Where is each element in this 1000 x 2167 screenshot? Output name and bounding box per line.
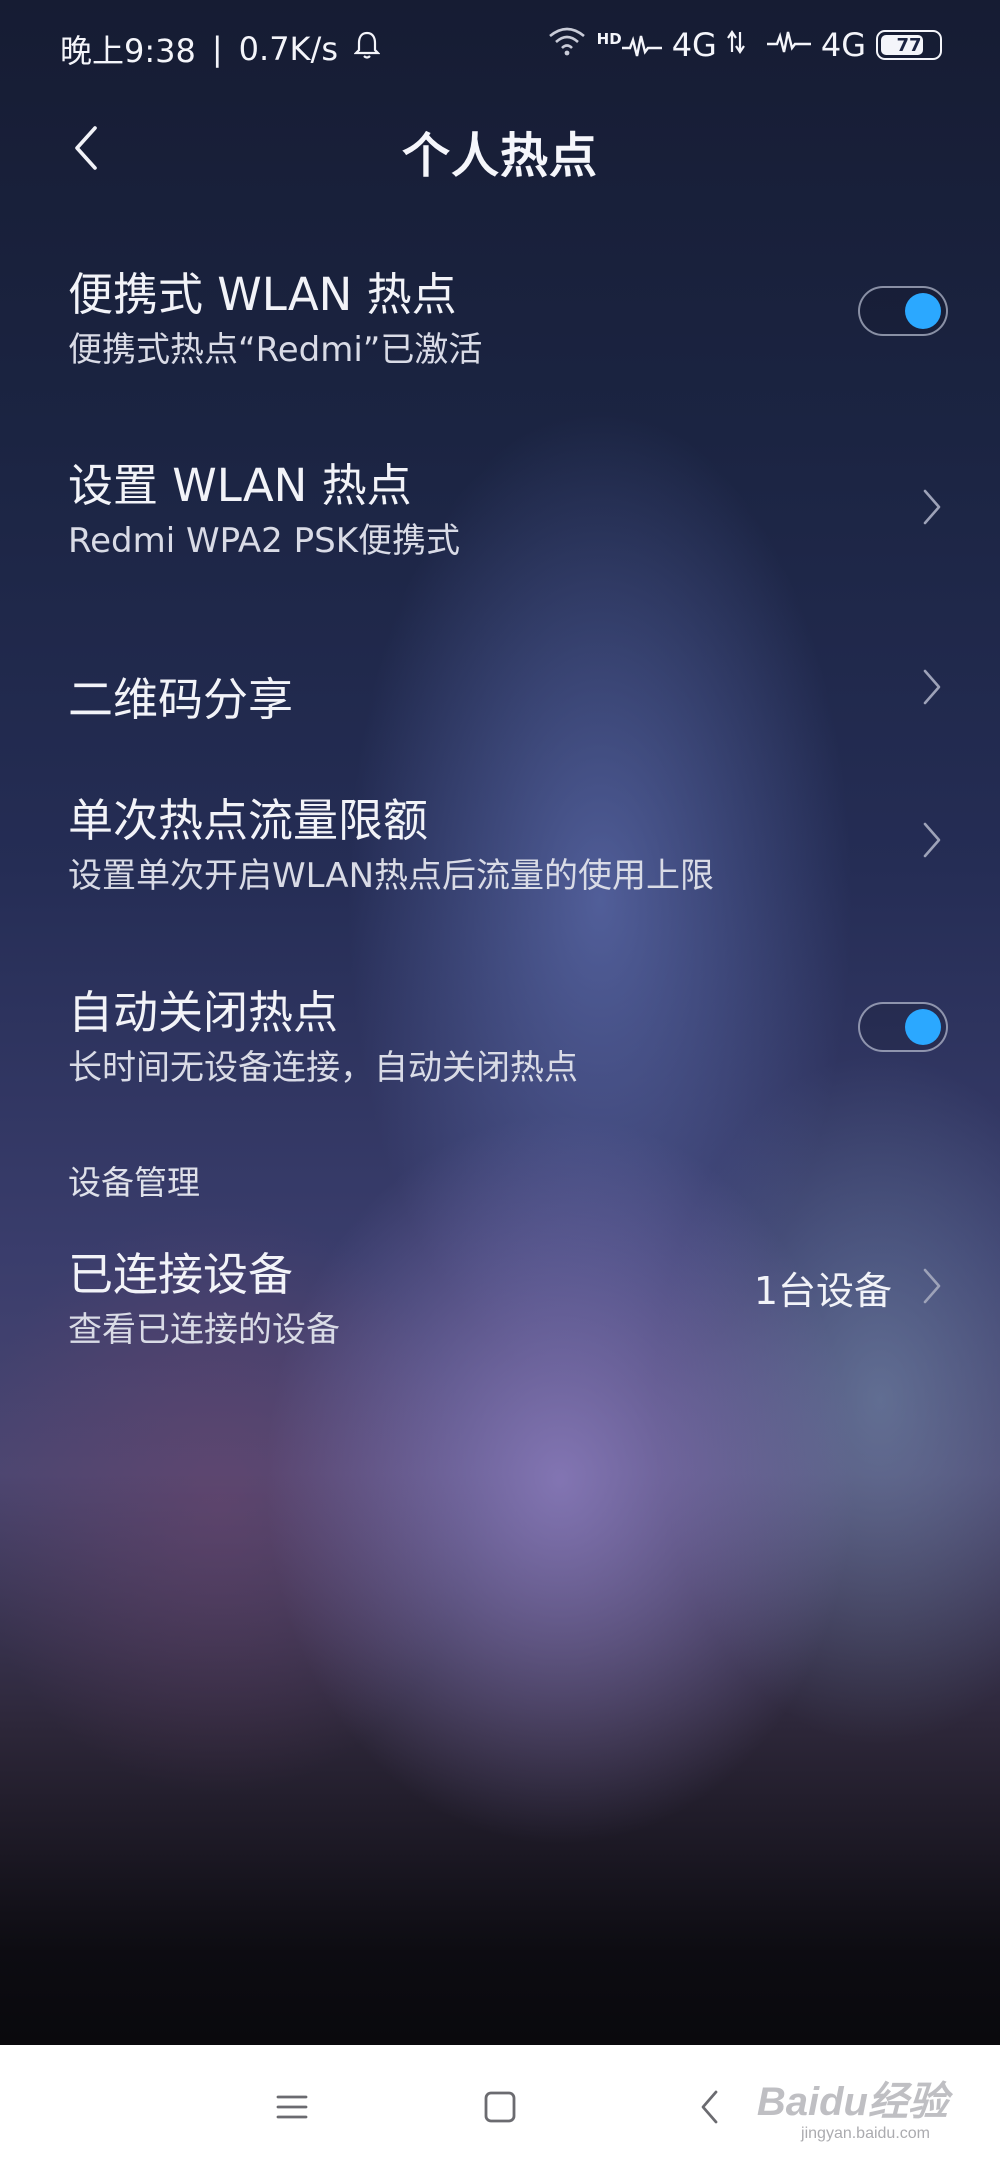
menu-button[interactable] (260, 2075, 324, 2139)
baidu-watermark: Baidu经验 (756, 2080, 948, 2124)
settings-list: 便携式 WLAN 热点 便携式热点“Redmi”已激活 设置 WLAN 热点 R… (0, 230, 1000, 1390)
status-right: HD 4G 4G 77 (547, 26, 942, 64)
connected-devices-title: 已连接设备 (68, 1248, 294, 1301)
toggle-knob (905, 1009, 941, 1045)
portable-hotspot-subtitle: 便携式热点“Redmi”已激活 (68, 330, 483, 370)
toggle-knob (905, 293, 941, 329)
home-icon (484, 2091, 516, 2123)
back-icon (701, 2090, 718, 2124)
network-type-1: 4G (671, 26, 717, 64)
connected-devices-row[interactable]: 已连接设备 查看已连接的设备 1台设备 (0, 1190, 1000, 1390)
status-separator: | (211, 30, 223, 68)
status-time: 晚上9:38 (60, 32, 196, 70)
data-limit-title: 单次热点流量限额 (68, 794, 429, 847)
chevron-right-icon (914, 483, 950, 531)
setup-hotspot-row[interactable]: 设置 WLAN 热点 Redmi WPA2 PSK便携式 (0, 375, 1000, 567)
battery-level: 77 (896, 34, 922, 56)
hd-label: HD (596, 30, 622, 48)
status-bar: 晚上9:38 | 0.7K/s HD 4G 4G 77 (0, 0, 1000, 96)
hd-signal-icon: HD (597, 30, 662, 60)
auto-close-toggle[interactable] (858, 1002, 948, 1052)
battery-icon: 77 (876, 30, 942, 60)
data-limit-subtitle: 设置单次开启WLAN热点后流量的使用上限 (68, 856, 715, 896)
setup-hotspot-subtitle: Redmi WPA2 PSK便携式 (68, 521, 460, 561)
page-title: 个人热点 (401, 128, 598, 184)
nav-back-button[interactable] (678, 2075, 742, 2139)
navigation-bar: Baidu经验 jingyan.baidu.com (0, 2045, 1000, 2167)
portable-hotspot-toggle[interactable] (858, 286, 948, 336)
network-type-2: 4G (820, 26, 866, 64)
chevron-right-icon (914, 816, 950, 864)
bell-icon (353, 30, 381, 68)
wifi-icon (547, 26, 587, 64)
auto-close-title: 自动关闭热点 (68, 986, 339, 1039)
portable-hotspot-title: 便携式 WLAN 热点 (68, 268, 457, 321)
screen: 晚上9:38 | 0.7K/s HD 4G 4G 77 个人热点 便携式 WLA… (0, 0, 1000, 2167)
connected-devices-count: 1台设备 (753, 1269, 892, 1313)
menu-icon (276, 2095, 308, 2119)
data-limit-row[interactable]: 单次热点流量限额 设置单次开启WLAN热点后流量的使用上限 (0, 712, 1000, 902)
data-arrows-icon (726, 26, 745, 64)
qr-share-row[interactable]: 二维码分享 (0, 567, 1000, 726)
connected-devices-subtitle: 查看已连接的设备 (68, 1310, 340, 1350)
auto-close-row[interactable]: 自动关闭热点 长时间无设备连接，自动关闭热点 (0, 902, 1000, 1094)
home-button[interactable] (468, 2075, 532, 2139)
network-speed: 0.7K/s (238, 30, 338, 68)
signal-icon (766, 26, 811, 64)
header: 个人热点 (0, 100, 1000, 196)
status-left: 晚上9:38 | 0.7K/s (60, 26, 381, 72)
baidu-watermark-url: jingyan.baidu.com (801, 2125, 930, 2142)
chevron-right-icon (914, 663, 950, 711)
auto-close-subtitle: 长时间无设备连接，自动关闭热点 (68, 1048, 578, 1088)
device-management-section: 设备管理 (0, 1094, 1000, 1202)
setup-hotspot-title: 设置 WLAN 热点 (68, 459, 412, 512)
chevron-right-icon (914, 1262, 950, 1310)
portable-hotspot-row[interactable]: 便携式 WLAN 热点 便携式热点“Redmi”已激活 (0, 230, 1000, 375)
